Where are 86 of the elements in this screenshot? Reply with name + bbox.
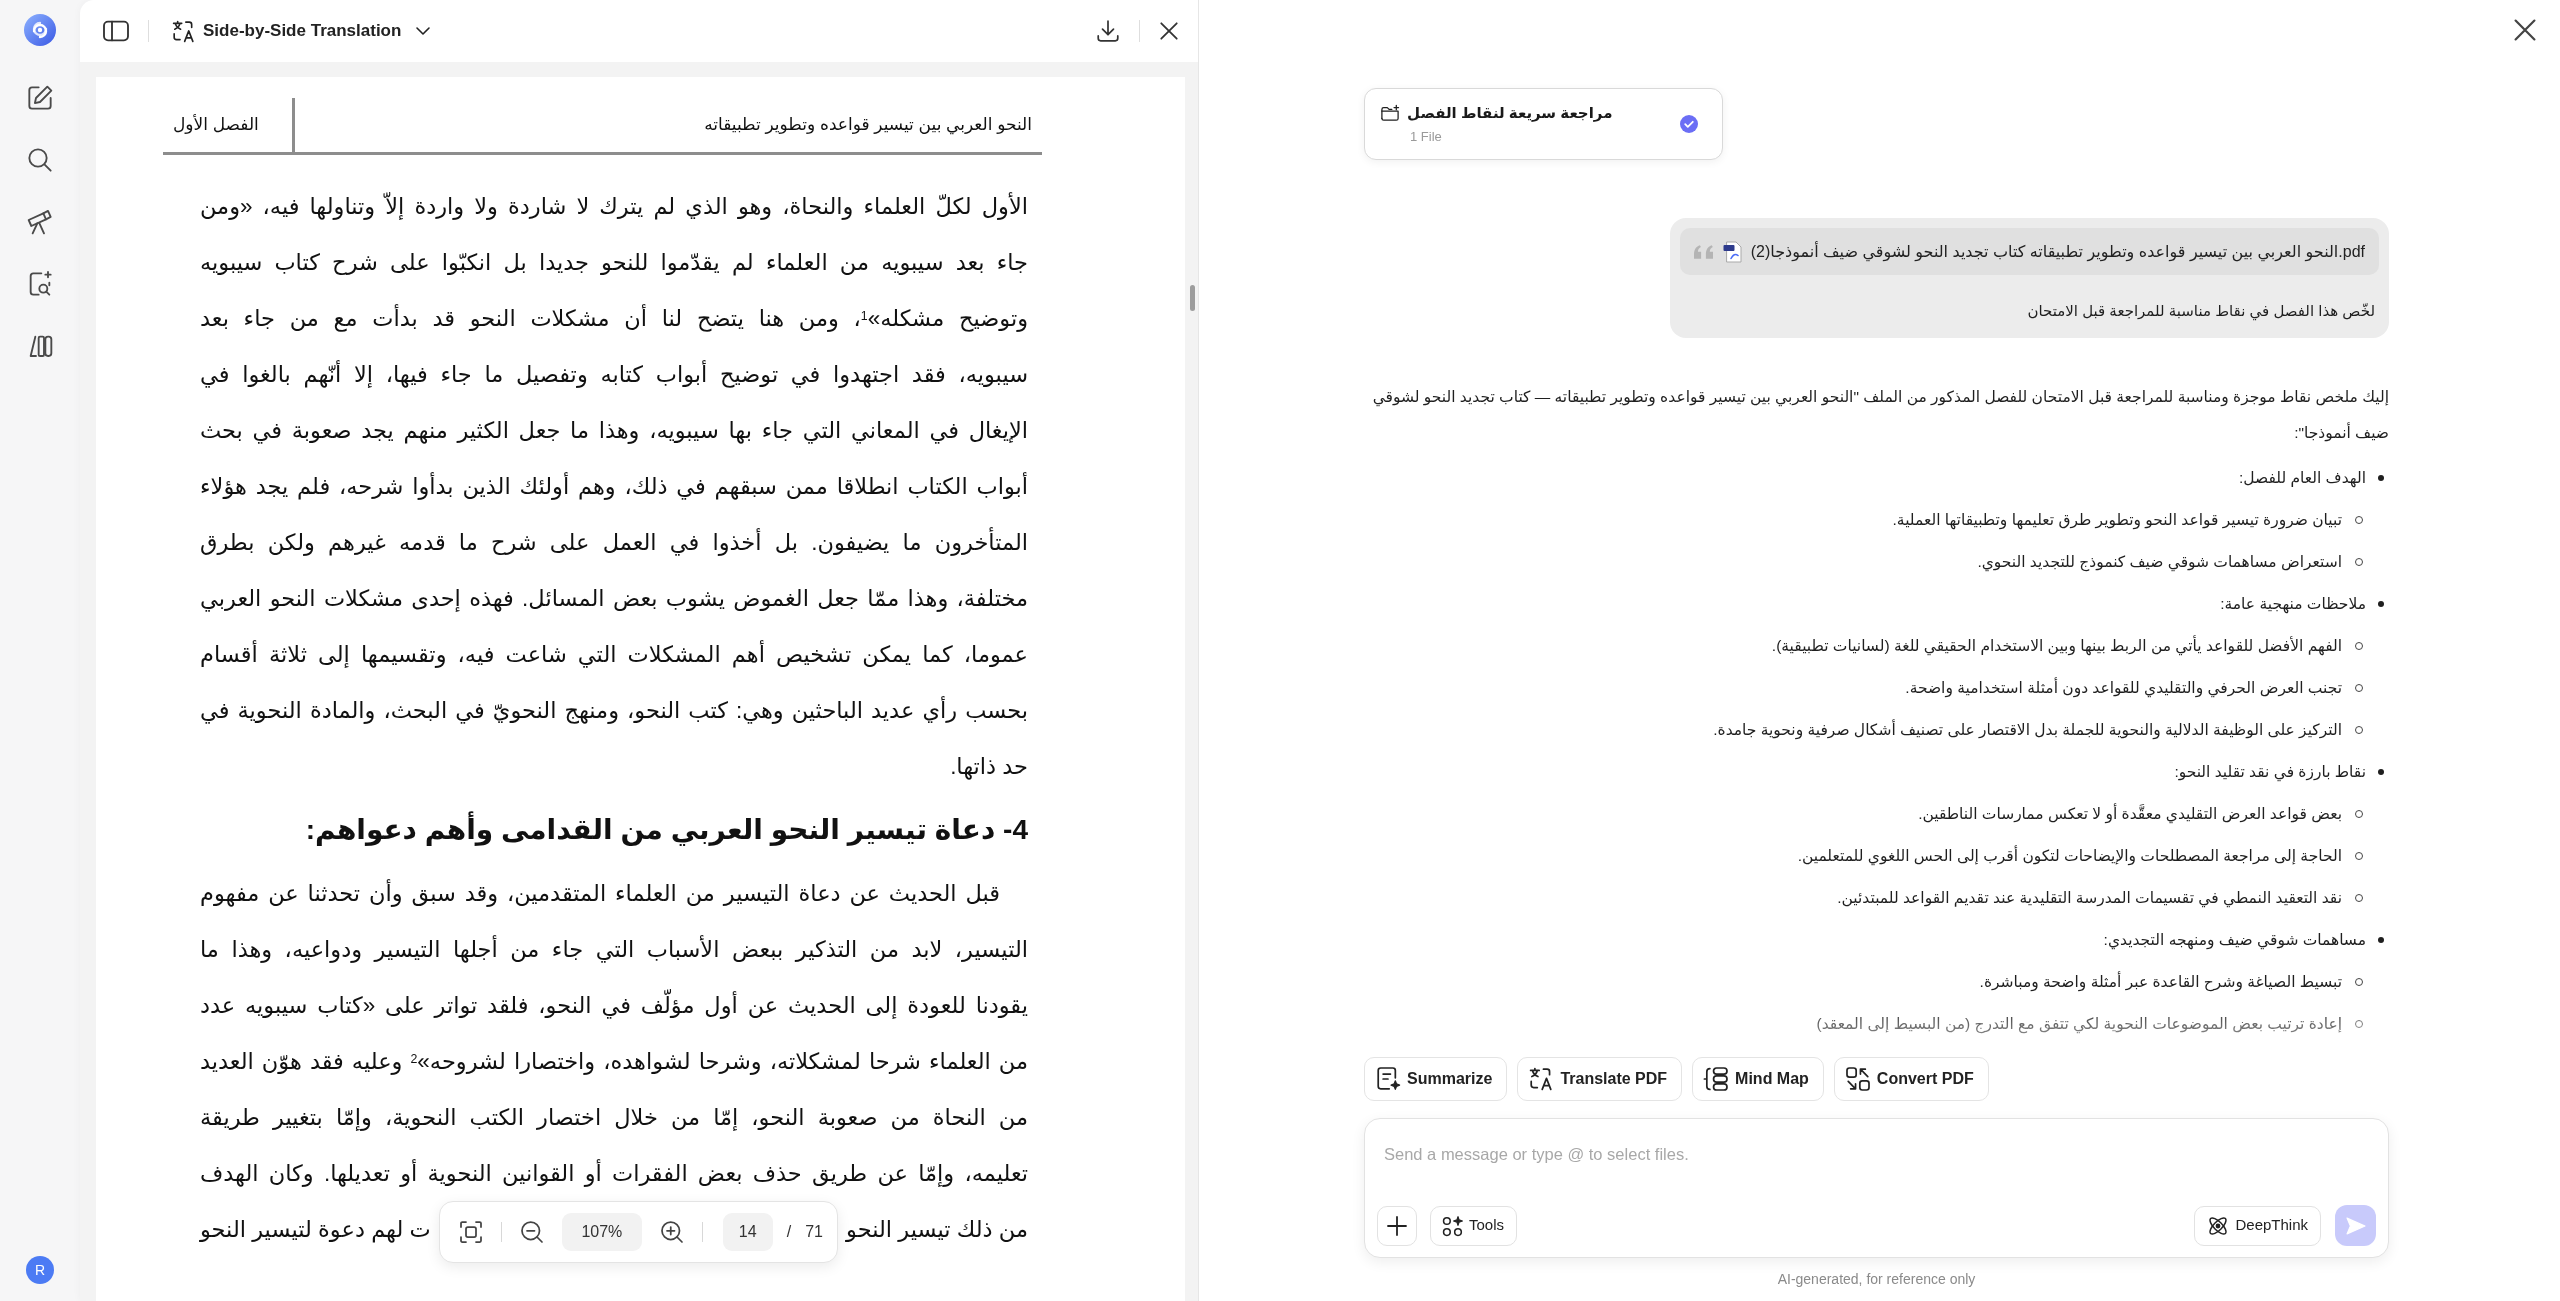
mind-map-button[interactable]: Mind Map bbox=[1692, 1057, 1824, 1101]
shapes-sparkle-icon bbox=[1443, 1215, 1463, 1236]
list-item-text: ملاحظات منهجية عامة: bbox=[2220, 594, 2366, 616]
bullet-icon bbox=[2378, 937, 2384, 943]
pdf-text-line: من النحاة من صعوبة النحو، إمّا من خلال اختصار الكتب النحوية، وإمّا بتغيير طريقة bbox=[200, 1104, 1028, 1133]
mode-dropdown[interactable]: Side-by-Side Translation bbox=[169, 18, 435, 44]
deepthink-button[interactable]: DeepThink bbox=[2194, 1205, 2321, 1246]
tools-button[interactable]: Tools bbox=[1430, 1205, 1518, 1246]
pdf-text-line: من ذلك تيسير النحو bbox=[846, 1216, 1028, 1244]
check-circle-icon[interactable] bbox=[1680, 115, 1698, 133]
list-item-text: استعراض مساهمات شوقي ضيف كنموذج للتجديد النحوي. bbox=[1977, 552, 2342, 574]
pdf-text-line: الإيغال في المعاني التي جاء بها سيبويه، وهذا ما جعل الكثير منهم يجد صعوبة في بحث bbox=[200, 417, 1028, 446]
pdf-text-line: أبواب الكتاب انطلاقا ممن سبقهم في ذلك، وهم أولئك الذين بدأوا شرحه، فلم يجد هؤلاء bbox=[200, 471, 1028, 502]
translate-pdf-button[interactable]: Translate PDF bbox=[1517, 1057, 1683, 1101]
file-card-title: مراجعة سريعة لنقاط الفصل bbox=[1407, 102, 1613, 124]
convert-arrows-icon bbox=[1846, 1068, 1869, 1090]
page-separator: / bbox=[786, 1222, 792, 1242]
attachment-file-name: النحو العربي بين تيسير قواعده وتطوير تطبيقاته كتاب تجديد النحو لشوقي ضيف أنموذجا(2).pdf bbox=[1750, 240, 2365, 264]
telescope-icon[interactable] bbox=[28, 210, 52, 234]
logo-icon[interactable] bbox=[24, 14, 56, 46]
summarize-button[interactable]: Summarize bbox=[1364, 1057, 1508, 1101]
pdf-text-line: ت لهم دعوة لتيسير النحو bbox=[200, 1216, 431, 1245]
bullet-icon bbox=[2378, 601, 2384, 607]
chevron-down-icon bbox=[416, 24, 431, 38]
pdf-text-line: الأول لكلّ العلماء والنحاة، وهو الذي لم يترك لا شاردة ولا واردة إلاّ وتناولها فيه، «ومن bbox=[200, 191, 1028, 222]
user-avatar[interactable]: R bbox=[26, 1256, 54, 1284]
close-icon[interactable] bbox=[2514, 19, 2536, 41]
list-item-text: تبسيط الصياغة وشرح القاعدة عبر أمثلة واضحة ومباشرة. bbox=[1979, 970, 2342, 994]
bullet-icon bbox=[2378, 475, 2384, 481]
pdf-text-line: بحسب رأي عديد الباحثين وهي: كتب النحو، ومنهج النحويّ في البحث، والمادة النحوية في bbox=[200, 695, 1028, 726]
close-icon[interactable] bbox=[1160, 22, 1178, 40]
section-heading: 4- دعاة تيسير النحو العربي من القدامى وأهم دعواهم: bbox=[200, 802, 1028, 858]
send-icon bbox=[2346, 1216, 2365, 1235]
list-item-text: تبيان ضرورة تيسير قواعد النحو وتطوير طرق تعليمها وتطبيقاتها العملية. bbox=[1892, 510, 2342, 532]
list-item-text: الحاجة إلى مراجعة المصطلحات والإيضاحات لتكون أقرب إلى الحس اللغوي للمتعلمين. bbox=[1797, 844, 2342, 868]
edit-icon[interactable] bbox=[28, 86, 52, 110]
list-item-text: نقد التعقيد النمطي في تقسيمات المدرسة التقليدية عند تقديم القواعد للمبتدئين. bbox=[1837, 888, 2342, 910]
page-number-field[interactable]: 14 bbox=[722, 1213, 773, 1251]
plus-icon bbox=[1388, 1216, 1406, 1235]
pdf-text-line: قبل الحديث عن دعاة التيسير من العلماء المتقدمين، وقد سبق وأن تحدثنا عن مفهوم bbox=[200, 878, 1001, 909]
books-icon[interactable] bbox=[28, 334, 52, 358]
pdf-text-line: يقودنا للعودة إلى الحديث عن أول مؤلّف في النحو، فلقد تواتر على «كتاب سيبويه عدد bbox=[200, 978, 1028, 1034]
fit-page-icon[interactable] bbox=[461, 1222, 481, 1242]
list-item-text: الهدف العام للفصل: bbox=[2239, 468, 2366, 490]
file-count: 1 File bbox=[1409, 128, 1443, 146]
panel-icon[interactable] bbox=[104, 19, 128, 43]
disclaimer-text: AI-generated, for reference only bbox=[1777, 1270, 1976, 1289]
list-item-text: تجنب العرض الحرفي والتقليدي للقواعد دون أمثلة استخدامية واضحة. bbox=[1905, 676, 2342, 700]
pdf-file-icon bbox=[1722, 241, 1741, 262]
pdf-text-line: جاء بعد سيبويه من العلماء لم يقدّموا للنحو جديدا بل انكبّوا على شرح كتاب سيبويه bbox=[200, 249, 1028, 278]
quote-icon bbox=[1693, 244, 1713, 259]
pdf-text-line: مختلفة، وهذا ممّا جعل الغموض يشوب بعض المسائل. فهذه إحدى مشكلات النحو العربي bbox=[200, 585, 1028, 614]
page-count: 71 bbox=[805, 1222, 823, 1242]
mind-map-icon bbox=[1705, 1068, 1728, 1090]
folder-plus-icon bbox=[1381, 103, 1399, 122]
list-item-text: مساهمات شوقي ضيف ومنهجه التجديدي: bbox=[2103, 930, 2366, 952]
convert-pdf-button[interactable]: Convert PDF bbox=[1833, 1057, 1989, 1101]
translate-icon bbox=[1530, 1068, 1553, 1090]
chapter-title: الفصل الأول bbox=[173, 113, 259, 137]
pdf-text-line: المتأخرون ما يضيفون. بل أخذوا في العمل على شرح ما قدمه غيرهم ولكن بطرق bbox=[200, 515, 1028, 571]
list-item-text: نقاط بارزة في نقد تقليد النحو: bbox=[2174, 762, 2366, 784]
list-item-text: التركيز على الوظيفة الدلالية والنحوية للجملة بدل الاقتصار على تصنيف أشكال صرفية ونحوية جامدة. bbox=[1713, 718, 2342, 742]
document-sparkle-icon bbox=[1377, 1068, 1399, 1090]
search-icon[interactable] bbox=[28, 148, 52, 172]
atom-icon bbox=[2207, 1214, 2230, 1237]
bullet-icon bbox=[2378, 769, 2384, 775]
zoom-in-icon[interactable] bbox=[661, 1222, 682, 1242]
running-title: النحو العربي بين تيسير قواعده وتطوير تطبيقاته bbox=[704, 114, 1032, 137]
pdf-text-line: سيبويه، فقد اجتهدوا في توضيح أبواب كتابه وتفصيل ما جاء فيها، إلا أنّهم بالغوا في bbox=[200, 359, 1028, 390]
pdf-text-line: حد ذاتها. bbox=[949, 753, 1028, 782]
list-item-text: إعادة ترتيب بعض الموضوعات النحوية لكي تتفق مع التدرج (من البسيط إلى المعقد) bbox=[1816, 1014, 2342, 1036]
pdf-text-line: تعليمه، وإمّا عن طريق حذف بعض الفقرات أو القوانين النحوية أو تعديلها. وكان الهدف bbox=[200, 1158, 1028, 1189]
answer-intro: إليك ملخص نقاط موجزة ومناسبة للمراجعة قبل الامتحان للفصل المذكور من الملف "النحو العربي بين تيسير قواعده وتطوير تطبيقاته — كتاب تجديد النحو لشوقي ضيف أنموذجا": bbox=[1371, 387, 2389, 444]
message-input[interactable]: Send a message or type @ to select files. Tools DeepThink bbox=[1364, 1118, 2389, 1258]
download-icon[interactable] bbox=[1097, 20, 1119, 42]
translate-icon bbox=[173, 20, 194, 42]
user-message-text: لخّص هذا الفصل في نقاط مناسبة للمراجعة قبل الامتحان bbox=[2026, 301, 2376, 322]
pdf-text-line: التيسير، لابد من التذكير ببعض الأسباب التي جاء من أجلها التيسير ودواعيه، وهذا ما bbox=[200, 934, 1028, 965]
zoom-level-dropdown[interactable]: 107% bbox=[562, 1213, 642, 1251]
document-search-icon[interactable] bbox=[28, 272, 52, 296]
scrollbar-thumb[interactable] bbox=[1190, 285, 1195, 311]
list-item-text: بعض قواعد العرض التقليدي معقَّدة أو لا تعكس ممارسات الناطقين. bbox=[1918, 802, 2342, 826]
pdf-text-line: عموما، كما يمكن تشخيص أهم المشكلات التي شاعت فيه، وتقسيمها إلى ثلاثة أقسام bbox=[200, 639, 1028, 670]
list-item-text: الفهم الأفضل للقواعد يأتي من الربط بينها وبين الاستخدام الحقيقي للغة (لسانيات تطبيقية). bbox=[1771, 634, 2342, 658]
zoom-out-icon[interactable] bbox=[522, 1222, 542, 1242]
add-button[interactable] bbox=[1377, 1205, 1417, 1246]
